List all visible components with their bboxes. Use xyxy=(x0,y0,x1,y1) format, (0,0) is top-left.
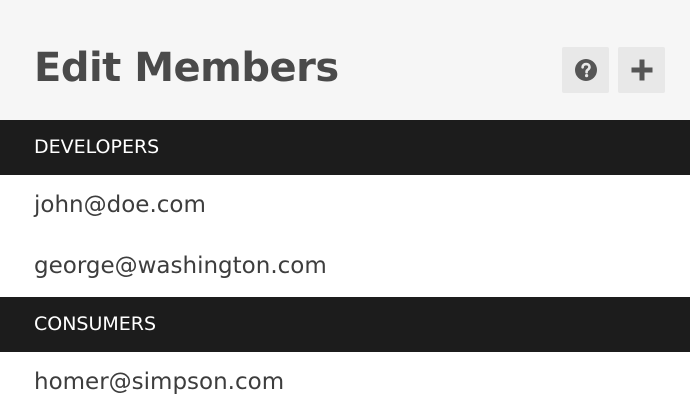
page-title: Edit Members xyxy=(34,45,339,91)
member-row[interactable]: homer@simpson.com xyxy=(0,352,690,413)
member-list: DEVELOPERS john@doe.com george@washingto… xyxy=(0,120,690,413)
group-header-consumers: CONSUMERS xyxy=(0,297,690,352)
add-member-button[interactable] xyxy=(618,47,665,93)
plus-icon xyxy=(631,59,652,81)
group-header-developers: DEVELOPERS xyxy=(0,120,690,175)
page-header: Edit Members xyxy=(0,0,690,120)
member-row[interactable]: george@washington.com xyxy=(0,236,690,297)
member-row[interactable]: john@doe.com xyxy=(0,175,690,236)
help-button[interactable] xyxy=(562,47,609,93)
header-actions xyxy=(562,47,665,93)
question-circle-icon xyxy=(574,59,597,81)
